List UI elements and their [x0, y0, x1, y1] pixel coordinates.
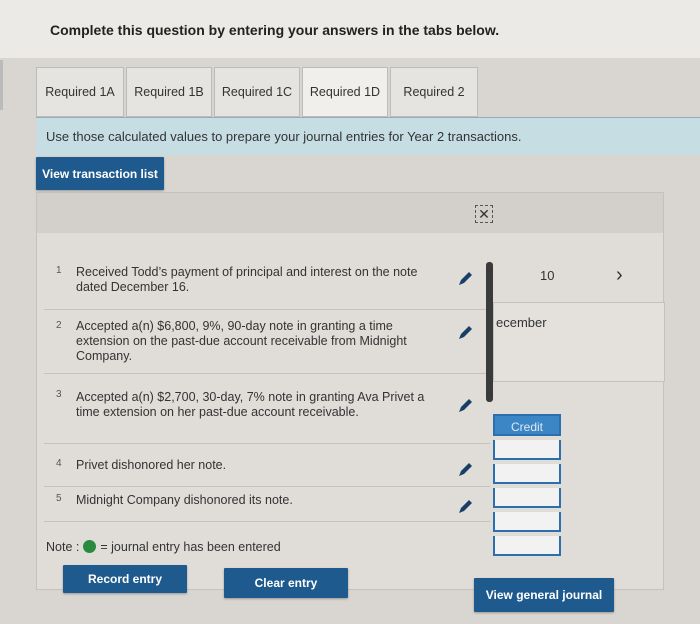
note-suffix: = journal entry has been entered: [100, 540, 281, 554]
transaction-description: Midnight Company dishonored its note.: [76, 493, 293, 507]
edit-pencil-icon[interactable]: [458, 399, 472, 413]
tab-required-2[interactable]: Required 2: [390, 67, 478, 117]
transaction-description: Accepted a(n) $6,800, 9%, 90-day note in…: [76, 319, 407, 363]
transaction-row[interactable]: 3 Accepted a(n) $2,700, 30-day, 7% note …: [44, 384, 490, 444]
tab-bar: Required 1A Required 1B Required 1C Requ…: [36, 67, 480, 117]
transaction-description: Received Todd’s payment of principal and…: [76, 265, 418, 294]
edit-pencil-icon[interactable]: [458, 272, 472, 286]
transaction-row[interactable]: 5 Midnight Company dishonored its note.: [44, 490, 490, 522]
clear-entry-button[interactable]: Clear entry: [224, 568, 348, 598]
credit-column: Credit: [493, 414, 561, 556]
transaction-number: 1: [56, 265, 62, 276]
instruction-text: Complete this question by entering your …: [50, 22, 500, 38]
date-box: ecember: [493, 302, 665, 382]
tab-required-1b[interactable]: Required 1B: [126, 67, 212, 117]
transaction-number: 4: [56, 458, 62, 469]
transaction-number: 3: [56, 389, 62, 400]
tab-required-1c[interactable]: Required 1C: [214, 67, 300, 117]
next-arrow-icon[interactable]: ›: [616, 264, 623, 287]
view-transaction-list-button[interactable]: View transaction list: [36, 157, 164, 190]
transaction-description: Accepted a(n) $2,700, 30-day, 7% note in…: [76, 390, 425, 419]
credit-cell[interactable]: [493, 440, 561, 460]
note-prefix: Note :: [46, 540, 80, 554]
scrollbar[interactable]: [486, 262, 493, 402]
edit-pencil-icon[interactable]: [458, 463, 472, 477]
credit-header: Credit: [493, 414, 561, 436]
transaction-row[interactable]: 4 Privet dishonored her note.: [44, 449, 490, 487]
edit-pencil-icon[interactable]: [458, 500, 472, 514]
legend-note: Note : = journal entry has been entered: [46, 540, 281, 554]
close-icon[interactable]: ✕: [475, 205, 493, 223]
tab-required-1d[interactable]: Required 1D: [302, 67, 388, 117]
view-general-journal-button[interactable]: View general journal: [474, 578, 614, 612]
edit-pencil-icon[interactable]: [458, 326, 472, 340]
credit-cell[interactable]: [493, 512, 561, 532]
credit-cell[interactable]: [493, 536, 561, 556]
tab-required-1a[interactable]: Required 1A: [36, 67, 124, 117]
panel-header: [37, 193, 663, 233]
credit-cell[interactable]: [493, 488, 561, 508]
transaction-number: 5: [56, 493, 62, 504]
transaction-row[interactable]: 2 Accepted a(n) $6,800, 9%, 90-day note …: [44, 312, 490, 374]
credit-cell[interactable]: [493, 464, 561, 484]
date-label: ecember: [496, 315, 547, 330]
page-number: 10: [540, 268, 555, 283]
entered-indicator-icon: [83, 540, 97, 553]
instruction-banner: Use those calculated values to prepare y…: [36, 117, 700, 155]
transaction-description: Privet dishonored her note.: [76, 458, 227, 472]
transaction-row[interactable]: 1 Received Todd’s payment of principal a…: [44, 262, 490, 310]
banner-text: Use those calculated values to prepare y…: [46, 129, 522, 144]
record-entry-button[interactable]: Record entry: [63, 565, 187, 593]
transaction-number: 2: [56, 320, 62, 331]
left-divider: [0, 60, 3, 110]
